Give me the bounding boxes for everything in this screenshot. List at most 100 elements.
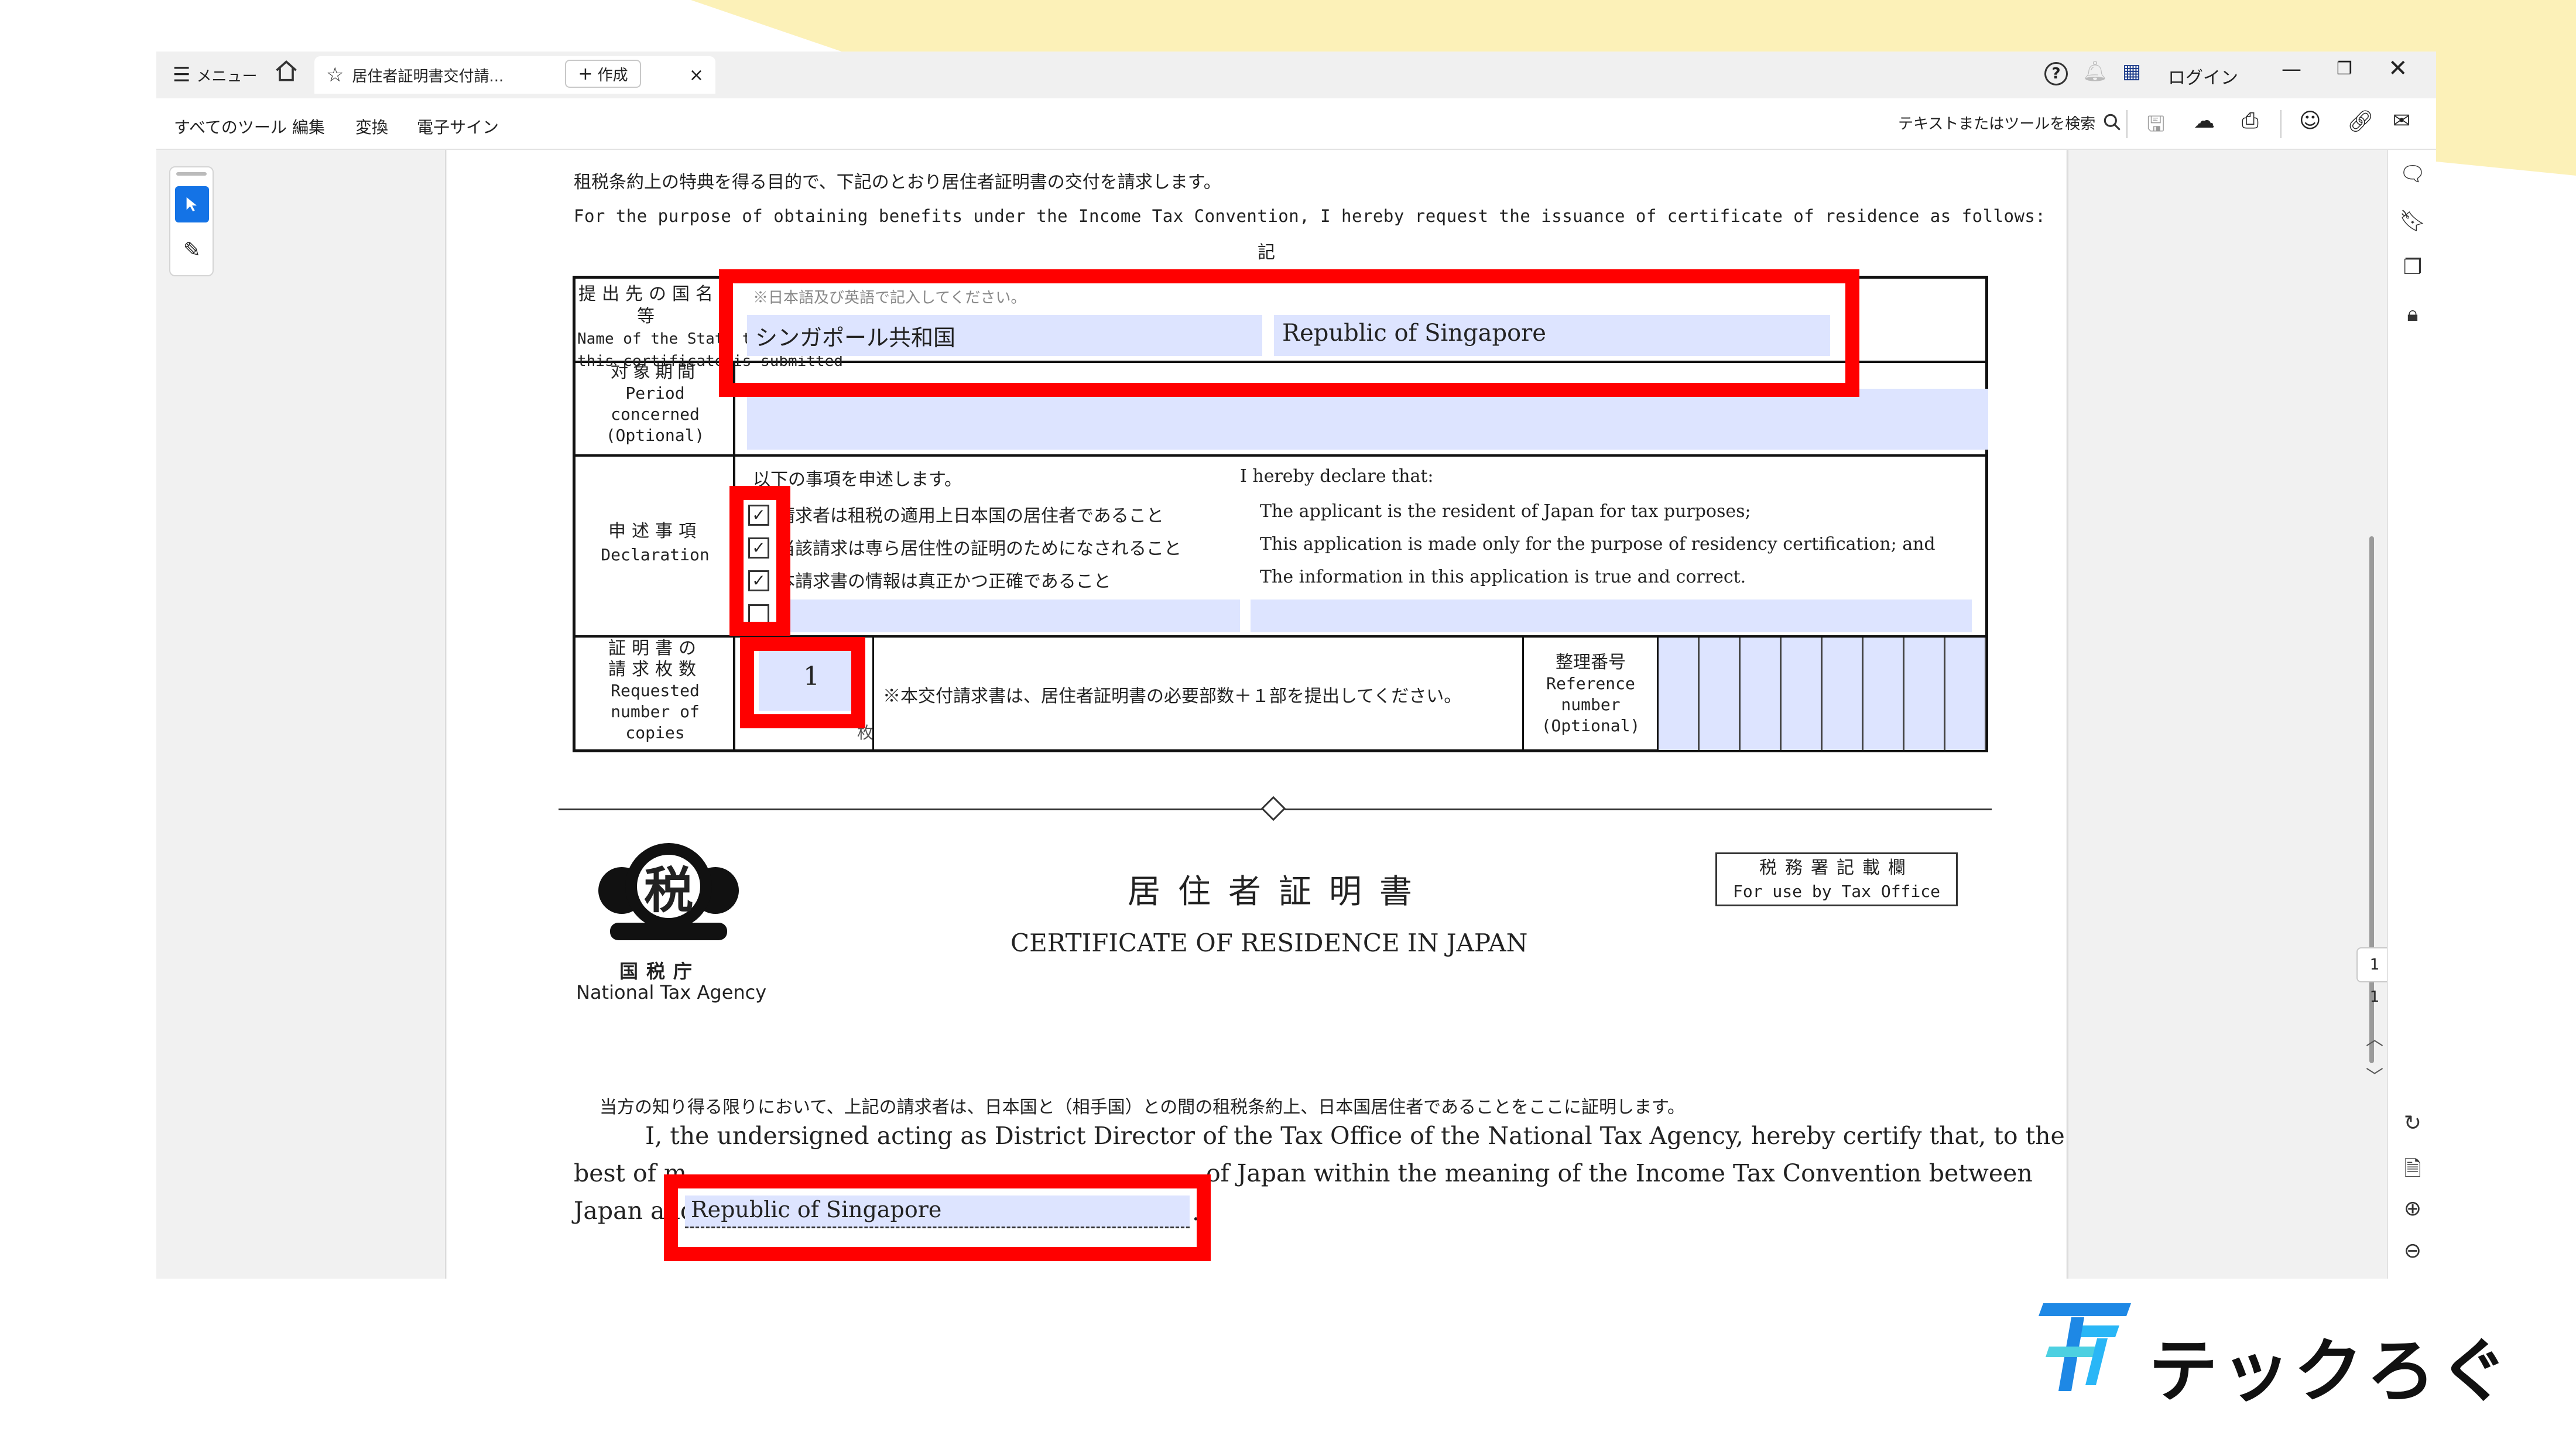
page-fit-icon[interactable]: 🗎 [2388, 1153, 2436, 1189]
brand-mark-icon [2039, 1303, 2131, 1391]
declaration-4-ja-field[interactable] [780, 600, 1240, 632]
row2-label-en-3: (Optional) [605, 426, 705, 445]
intro-english: For the purpose of obtaining benefits un… [574, 206, 2046, 226]
nta-logo: 税 [592, 835, 745, 946]
right-gutter: 1 1 ︿ ﹀ [2067, 150, 2393, 1279]
row1-label: 提出先の国名等 Name of the State to which this … [577, 283, 843, 372]
close-tab-icon[interactable]: × [689, 65, 704, 85]
toolbar-divider [2126, 110, 2128, 138]
declaration-1-en: The applicant is the resident of Japan f… [1260, 501, 1751, 522]
cursor-icon [186, 197, 197, 211]
pdf-reader-window: ☰ メニュー ☆ 居住者証明書交付請... × + 作成 ? 🔔︎ ▦ ログイン… [156, 52, 2436, 1279]
row4-label: 証明書の 請求枚数 Requested number of copies [577, 638, 733, 744]
intro-japanese: 租税条約上の特典を得る目的で、下記のとおり居住者証明書の交付を請求します。 [574, 172, 1221, 193]
search-tools-placeholder: テキストまたはツールを検索 [1898, 115, 2096, 133]
diamond-icon [1260, 796, 1286, 821]
screenshot-root: ☰ メニュー ☆ 居住者証明書交付請... × + 作成 ? 🔔︎ ▦ ログイン… [0, 0, 2576, 1449]
comment-icon[interactable]: 🗨 [2388, 162, 2436, 186]
all-tools-menu[interactable]: すべてのツール [174, 115, 287, 138]
copies-note: ※本交付請求書は、居住者証明書の必要部数＋１部を提出してください。 [883, 686, 1462, 707]
right-tool-rail: 🗨 🔖︎ ❐ 🔒︎ ↻ 🗎 ⊕ ⊖ [2387, 150, 2436, 1279]
create-button[interactable]: + 作成 [565, 60, 641, 88]
hamburger-icon: ☰ [173, 63, 191, 87]
highlight-declaration-checkboxes [729, 486, 790, 636]
vertical-scrollbar[interactable] [2369, 536, 2374, 1063]
select-tool-button[interactable] [175, 186, 209, 222]
ref-label-ja: 整理番号 [1556, 652, 1626, 673]
main-toolbar: すべてのツール 編集 変換 電子サイン テキストまたはツールを検索 🖫 ☁ ⎙ … [156, 98, 2436, 150]
esign-menu[interactable]: 電子サイン [417, 115, 499, 138]
certificate-title-en: CERTIFICATE OF RESIDENCE IN JAPAN [1010, 929, 1528, 957]
highlight-copies-field [740, 637, 865, 728]
tax-office-box: 税務署記載欄 For use by Tax Office [1715, 852, 1958, 906]
zoom-in-icon[interactable]: ⊕ [2388, 1197, 2436, 1221]
ki-heading: 記 [1258, 242, 1275, 263]
declaration-3-ja: 本請求書の情報は真正かつ正確であること [777, 571, 1111, 592]
print-icon[interactable]: ⎙ [2242, 109, 2259, 133]
star-icon[interactable]: ☆ [326, 63, 344, 87]
search-tools-box[interactable]: テキストまたはツールを検索 [1898, 111, 2123, 133]
certification-text-en-1: I, the undersigned acting as District Di… [645, 1122, 2065, 1150]
row3-label: 申述事項 Declaration [577, 520, 733, 567]
panel-handle [176, 172, 207, 176]
row2-label-en-1: Period [625, 383, 685, 403]
row3-label-ja: 申述事項 [608, 521, 702, 542]
tab-document[interactable]: ☆ 居住者証明書交付請... × [314, 56, 715, 94]
ref-label: 整理番号 Reference number (Optional) [1525, 652, 1657, 737]
link-icon[interactable]: 🔗︎ [2347, 109, 2374, 133]
tax-office-ja: 税務署記載欄 [1759, 858, 1914, 878]
close-window-icon[interactable]: ✕ [2388, 55, 2408, 82]
create-label: 作成 [597, 66, 628, 84]
row4-label-en-3: copies [625, 723, 685, 742]
ref-label-divider [1522, 635, 1524, 752]
home-button[interactable] [273, 59, 299, 84]
row-divider-2 [573, 454, 1988, 457]
row4-label-en-1: Requested [611, 681, 700, 700]
declaration-3-en: The information in this application is t… [1260, 567, 1746, 587]
declaration-2-ja: 当該請求は専ら居住性の証明のためになされること [777, 539, 1181, 559]
save-icon[interactable]: 🖫 [2147, 109, 2165, 145]
period-field[interactable] [747, 389, 1988, 450]
pen-icon: ✎ [183, 238, 201, 262]
certificate-title-ja: 居住者証明書 [1128, 873, 1430, 911]
agency-name-en: National Tax Agency [576, 981, 767, 1003]
brand-logo: テックろぐ [2032, 1297, 2508, 1412]
declaration-4-en-field[interactable] [1251, 600, 1972, 632]
row4-label-en-2: number of [611, 702, 700, 721]
pdf-page: 租税条約上の特典を得る目的で、下記のとおり居住者証明書の交付を請求します。 Fo… [447, 150, 2066, 1279]
certification-text-ja: 当方の知り得る限りにおいて、上記の請求者は、日本国と（相手国）との間の租税条約上… [600, 1097, 1685, 1118]
row2-label-ja: 対象期間 [611, 362, 700, 382]
menu-button[interactable]: ☰ メニュー [173, 63, 258, 87]
login-button[interactable]: ログイン [2168, 63, 2238, 89]
menu-label: メニュー [196, 67, 258, 85]
bell-icon[interactable]: 🔔︎ [2082, 60, 2108, 83]
minimize-icon[interactable]: — [2282, 57, 2301, 81]
upload-cloud-icon[interactable]: ☁ [2194, 109, 2215, 133]
mail-icon[interactable]: ✉ [2393, 109, 2410, 133]
certification-text-en-2b: of Japan within the meaning of the Incom… [1206, 1159, 2033, 1187]
plus-icon: + [578, 63, 593, 84]
restore-icon[interactable]: ❐ [2337, 59, 2352, 79]
convert-menu[interactable]: 変換 [355, 115, 388, 138]
row1-label-en-1: Name of the State to which [577, 330, 816, 348]
reference-number-field[interactable] [1657, 638, 1986, 750]
tab-title: 居住者証明書交付請... [352, 67, 504, 85]
refresh-icon[interactable]: ↻ [2388, 1111, 2436, 1135]
lock-icon[interactable]: 🔒︎ [2388, 302, 2436, 327]
zoom-out-icon[interactable]: ⊖ [2388, 1239, 2436, 1263]
edit-menu[interactable]: 編集 [292, 115, 325, 138]
row4-label-ja-1: 証明書の [608, 638, 702, 659]
draw-tool-button[interactable]: ✎ [175, 232, 209, 268]
pages-icon[interactable]: ❐ [2388, 255, 2436, 279]
row1-label-ja: 提出先の国名等 [578, 284, 719, 327]
row4-label-ja-2: 請求枚数 [608, 659, 702, 680]
bookmark-icon[interactable]: 🔖︎ [2388, 208, 2436, 233]
share-user-icon[interactable]: ☺ [2299, 109, 2321, 133]
agency-name-ja: 国税庁 [619, 960, 701, 982]
left-tool-pane: ✎ [156, 150, 446, 1279]
row2-label-en-2: concerned [611, 405, 700, 424]
apps-grid-icon[interactable]: ▦ [2122, 60, 2141, 83]
toolbar-divider-2 [2280, 110, 2282, 138]
brand-name: テックろぐ [2149, 1331, 2512, 1412]
help-icon[interactable]: ? [2044, 62, 2068, 85]
